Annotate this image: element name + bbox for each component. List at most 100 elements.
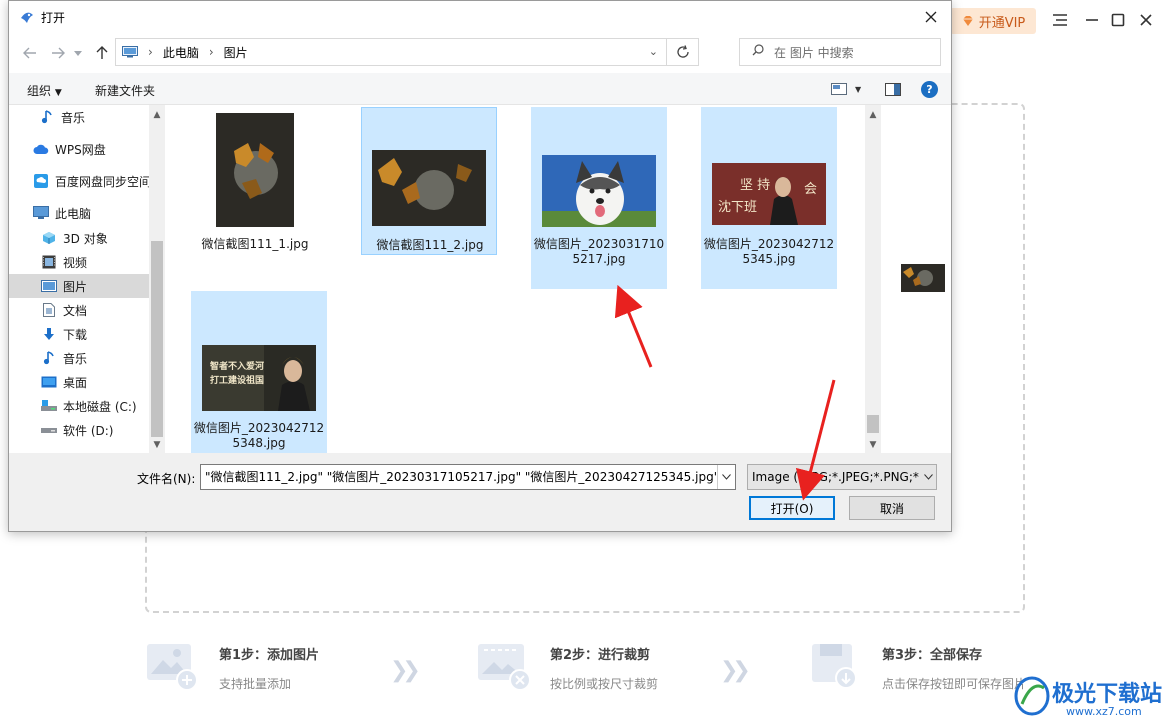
minimize-icon[interactable] <box>1082 10 1102 30</box>
watermark: 极光下载站 www.xz7.com <box>1012 672 1167 722</box>
computer-icon <box>33 205 49 221</box>
thumb-text: 沈下班 <box>718 200 757 215</box>
sidebar-item-label: 下载 <box>63 327 88 342</box>
sidebar-item-pictures[interactable]: 图片 <box>9 274 149 298</box>
filetype-select[interactable]: Image (*.JPG;*.JPEG;*.PNG;*.I <box>747 464 937 490</box>
app-logo-icon <box>21 12 33 23</box>
vip-label: 开通VIP <box>978 15 1026 31</box>
breadcrumb-separator: › <box>208 45 214 59</box>
navigation-pane: 音乐 WPS网盘 百度网盘同步空间 此电脑 3D 对象 视频 图片 文档 下载 … <box>9 105 165 453</box>
menu-icon[interactable] <box>1050 10 1070 30</box>
open-button[interactable]: 打开(O) <box>749 496 835 520</box>
sidebar-item-label: 图片 <box>63 279 88 294</box>
chevron-right-icon: ❯❯ <box>390 658 421 683</box>
baidu-cloud-icon <box>33 173 49 189</box>
scroll-down-icon[interactable]: ▼ <box>149 437 165 453</box>
close-app-icon[interactable] <box>1136 10 1156 30</box>
drive-icon <box>41 422 57 438</box>
step-2-desc: 按比例或按尺寸裁剪 <box>550 677 659 691</box>
help-button[interactable]: ? <box>921 79 938 99</box>
view-options-button[interactable]: ▼ <box>831 79 861 99</box>
sidebar-item-label: WPS网盘 <box>55 142 106 157</box>
chevron-down-icon: ▼ <box>855 84 862 94</box>
filename-input[interactable]: "微信截图111_2.jpg" "微信图片_20230317105217.jpg… <box>200 464 736 490</box>
file-list-scrollbar[interactable]: ▲ ▼ <box>865 105 881 453</box>
file-name: 微信截图111_1.jpg <box>201 237 309 251</box>
close-icon[interactable] <box>919 5 943 29</box>
navigation-bar: › 此电脑 › 图片 ⌄ 在 图片 中搜索 <box>9 33 951 73</box>
scroll-up-icon[interactable]: ▲ <box>149 107 165 123</box>
sidebar-item-label: 百度网盘同步空间 <box>55 174 152 189</box>
search-input[interactable]: 在 图片 中搜索 <box>739 38 941 66</box>
watermark-text: 极光下载站 <box>1052 682 1163 707</box>
filename-value: "微信截图111_2.jpg" "微信图片_20230317105217.jpg… <box>205 470 736 484</box>
cancel-button[interactable]: 取消 <box>849 496 935 520</box>
scroll-up-icon[interactable]: ▲ <box>865 107 881 123</box>
file-tile[interactable]: 微信截图111_1.jpg <box>187 107 323 255</box>
sidebar-item-label: 软件 (D:) <box>63 423 114 438</box>
music-icon <box>41 350 57 366</box>
view-icon <box>831 83 847 95</box>
preview-pane-icon <box>885 82 901 96</box>
step-1: 第1步：添加图片 支持批量添加 <box>145 640 319 692</box>
scrollbar-thumb[interactable] <box>151 241 163 437</box>
sidebar-item-label: 此电脑 <box>55 206 92 221</box>
step-2-title: 第2步：进行裁剪 <box>550 648 651 663</box>
help-icon: ? <box>921 80 938 98</box>
address-bar[interactable]: › 此电脑 › 图片 ⌄ <box>115 38 699 66</box>
sidebar-item-label: 桌面 <box>63 375 88 390</box>
step-2: 第2步：进行裁剪 按比例或按尺寸裁剪 <box>476 640 658 692</box>
chevron-down-icon[interactable] <box>717 465 735 489</box>
up-arrow-icon[interactable] <box>91 43 113 63</box>
sidebar-item-label: 3D 对象 <box>63 231 108 246</box>
sidebar-scrollbar[interactable]: ▲ ▼ <box>149 105 165 453</box>
forward-arrow-icon[interactable] <box>47 43 69 63</box>
video-icon <box>41 254 57 270</box>
watermark-logo-icon <box>1014 676 1050 716</box>
document-icon <box>41 302 57 318</box>
maximize-icon[interactable] <box>1108 10 1128 30</box>
file-thumbnail <box>216 113 294 227</box>
step-1-title: 第1步：添加图片 <box>219 648 320 663</box>
file-name: 微信图片_20230317105217.jpg <box>533 237 665 266</box>
preview-pane-button[interactable] <box>885 79 901 99</box>
file-tile-selected[interactable]: 智者不入爱河 打工建设祖国 微信图片_20230427125348.jpg <box>191 291 327 453</box>
picture-icon <box>41 278 57 294</box>
cloud-icon <box>33 141 49 157</box>
new-folder-button[interactable]: 新建文件夹 <box>95 82 155 99</box>
breadcrumb-separator: › <box>148 45 153 59</box>
breadcrumb-this-pc[interactable]: 此电脑 <box>163 44 199 61</box>
watermark-url: www.xz7.com <box>1066 705 1142 718</box>
open-file-dialog: 打开 › 此电脑 › 图片 ⌄ 在 图片 中搜索 组织 ▼ 新建文件夹 ▼ ? … <box>8 0 952 532</box>
organize-button[interactable]: 组织 ▼ <box>27 82 62 99</box>
steps-bar: 第1步：添加图片 支持批量添加 ❯❯ 第2步：进行裁剪 按比例或按尺寸裁剪 ❯❯… <box>0 630 1170 710</box>
diamond-icon <box>962 16 973 26</box>
back-arrow-icon[interactable] <box>19 43 41 63</box>
music-icon <box>39 109 55 125</box>
sidebar-item-label: 音乐 <box>63 351 88 366</box>
scrollbar-thumb[interactable] <box>867 415 879 433</box>
scroll-down-icon[interactable]: ▼ <box>865 437 881 453</box>
filename-label: 文件名(N): <box>137 472 196 486</box>
thumb-text: 会 <box>804 182 817 197</box>
dialog-content: 音乐 WPS网盘 百度网盘同步空间 此电脑 3D 对象 视频 图片 文档 下载 … <box>9 105 951 453</box>
address-dropdown-icon[interactable]: ⌄ <box>649 45 658 58</box>
sidebar-item-label: 视频 <box>63 255 88 270</box>
step-1-desc: 支持批量添加 <box>219 677 292 691</box>
refresh-icon[interactable] <box>666 39 698 65</box>
breadcrumb-pictures[interactable]: 图片 <box>224 44 248 61</box>
file-tile-selected[interactable]: 坚 持 沈下班 会 微信图片_20230427125345.jpg <box>701 107 837 289</box>
file-tile-selected[interactable]: 微信截图111_2.jpg <box>361 107 497 255</box>
chevron-down-icon[interactable] <box>920 465 936 489</box>
computer-icon <box>122 46 138 58</box>
vip-button[interactable]: 开通VIP <box>950 8 1036 34</box>
save-icon <box>808 640 864 690</box>
dialog-footer: 文件名(N): "微信截图111_2.jpg" "微信图片_2023031710… <box>9 453 951 531</box>
sidebar-item-label: 文档 <box>63 303 88 318</box>
recent-dropdown-icon[interactable] <box>71 43 85 63</box>
thumb-text: 坚 持 <box>740 178 770 193</box>
file-tile-selected[interactable]: 微信图片_20230317105217.jpg <box>531 107 667 289</box>
dialog-toolbar: 组织 ▼ 新建文件夹 ▼ ? <box>9 73 951 105</box>
dialog-titlebar: 打开 <box>9 1 951 33</box>
preview-pane <box>881 105 951 453</box>
